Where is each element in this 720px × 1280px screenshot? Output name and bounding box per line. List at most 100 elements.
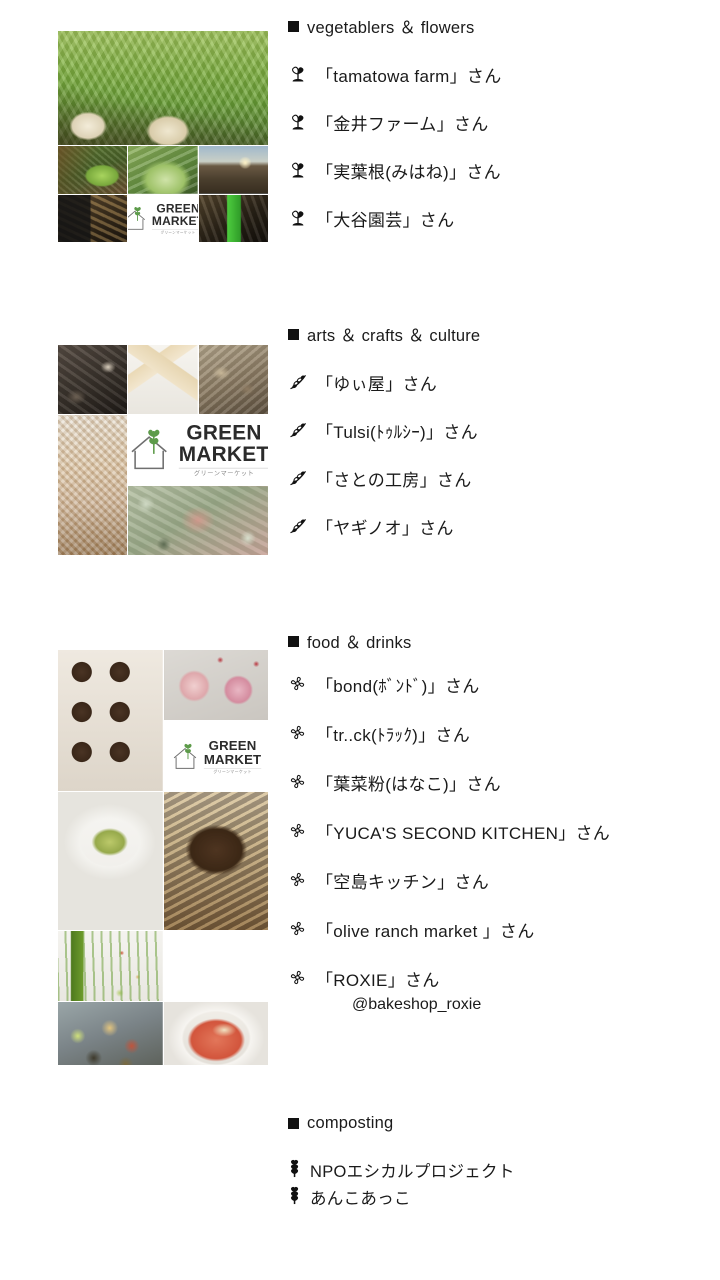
exhibitor-name: 「YUCA'S SECOND KITCHEN」さん [316,824,611,843]
succulent-wreath-photo [128,485,268,555]
herb-sprig-icon [288,420,310,440]
seedling-icon [288,208,310,228]
exhibitor-name: 「実葉根(みはね)」さん [316,163,501,182]
category-heading-label: vegetablers ＆ flowers [307,19,475,37]
lettuce-garden-bed-photo [58,146,128,194]
category-heading-label: arts ＆ crafts ＆ culture [307,327,481,345]
list-item: 「ゆぃ屋」さん [288,370,708,395]
blossom-icon [288,674,310,693]
market-stall-chalkboard-photo [58,194,128,242]
food-photo-collage: GREEN MARKET グリーンマーケット [58,650,268,1065]
house-with-sprout-icon [173,743,196,769]
section-4-text: composting NPOエシカルプロジェクト あんこあっこ [288,1114,708,1209]
list-item: 「tr..ck(ﾄﾗｯｸ)」さん [288,721,708,746]
seedling-icon [288,160,310,180]
logo-word-bottom: MARKET [151,214,198,228]
blossom-icon [288,919,310,938]
dried-botanicals-photo [198,345,268,414]
deli-salad-bowl-photo [58,1002,163,1065]
logo-kana: グリーンマーケット [178,468,268,477]
house-with-sprout-icon [128,207,145,230]
dark-tray-craft-still-life-photo [58,345,128,414]
herb-sprig-icon [288,516,310,536]
category-heading-vegetables: vegetablers ＆ flowers [288,14,708,38]
handmade-soap-bars-photo [128,345,198,414]
tomato-cream-soup-photo [163,1002,268,1065]
exhibitor-name: 「tamatowa farm」さん [316,67,502,86]
section-2-text: arts ＆ crafts ＆ culture 「ゆぃ屋」さん 「Tulsi(ﾄ… [288,322,708,539]
seedling-icon [288,112,310,132]
pink-flower-shaped-cakes-photo [163,650,268,720]
green-market-logo-tile-1: GREEN MARKET グリーンマーケット [163,721,268,791]
tilled-field-horizon-photo [198,146,268,194]
category-heading-crafts: arts ＆ crafts ＆ culture [288,322,708,346]
section-1-text: vegetablers ＆ flowers 「tamatowa farm」さん … [288,14,708,231]
logo-kana: グリーンマーケット [203,767,261,774]
exhibitor-name: 「olive ranch market 」さん [316,922,535,941]
list-item: 「ヤギノオ」さん [288,514,708,539]
crafts-photo-collage: GREEN MARKET グリーンマーケット [58,345,268,555]
logo-word-top: GREEN [156,201,198,216]
rustic-sourdough-bread-photo [163,792,268,930]
green-painted-farm-sign-photo [198,194,268,242]
logo-word-top: GREEN [186,421,262,445]
woven-straw-basket-photo [58,415,128,555]
exhibitor-handle: @bakeshop_roxie [352,996,482,1013]
category-heading-composting: composting [288,1114,708,1133]
list-item: 「ROXIE」さん @bakeshop_roxie [288,966,708,1014]
green-market-logo-tile: GREEN MARKET グリーンマーケット [128,194,198,242]
list-item: 「葉菜粉(はなこ)」さん [288,770,708,795]
bullet-square-icon [288,635,299,647]
list-item: 「実葉根(みはね)」さん [288,158,708,183]
blossom-icon [288,821,310,840]
exhibitor-name: 「Tulsi(ﾄｩﾙｼｰ)」さん [316,423,478,442]
list-item: 「金井ファーム」さん [288,110,708,135]
seedling-icon [288,64,310,84]
exhibitor-list-page: GREEN MARKET グリーンマーケット vegetablers ＆ flo… [0,0,720,1280]
bullet-square-icon [288,328,299,340]
chocolate-muffins-tray-photo [58,650,163,791]
logo-kana: グリーンマーケット [151,228,198,234]
exhibitor-name: 「bond(ﾎﾞﾝﾄﾞ)」さん [316,677,480,696]
list-item: 「olive ranch market 」さん [288,917,708,942]
list-item: 「Tulsi(ﾄｩﾙｼｰ)」さん [288,418,708,443]
exhibitor-name: あんこあっこ [310,1190,411,1208]
exhibitor-name: 「ゆぃ屋」さん [316,375,438,394]
exhibitor-name: 「葉菜粉(はなこ)」さん [316,775,501,794]
herb-sprig-icon [288,372,310,392]
green-market-logo-tile-2 [163,931,268,1001]
exhibitor-name: 「空島キッチン」さん [316,873,489,892]
list-item: 「さとの工房」さん [288,466,708,491]
herb-sprig-icon [288,468,310,488]
list-item: あんこあっこ [288,1185,708,1209]
category-heading-label: composting [307,1114,394,1132]
exhibitor-name: 「ヤギノオ」さん [316,519,454,538]
logo-word-bottom: MARKET [203,751,261,767]
avocado-bowl-white-plate-photo [58,792,163,930]
list-item: 「大谷園芸」さん [288,206,708,231]
list-item: NPOエシカルプロジェクト [288,1158,708,1182]
bullet-square-icon [288,20,299,32]
blossom-icon [288,870,310,889]
list-item: 「空島キッチン」さん [288,868,708,893]
exhibitor-name: 「tr..ck(ﾄﾗｯｸ)」さん [316,726,471,745]
exhibitor-name: NPOエシカルプロジェクト [310,1163,515,1181]
olive-oil-bottle-flatlay-photo [58,931,163,1001]
compost-sprout-icon [288,1186,304,1205]
house-with-sprout-icon [131,430,167,470]
green-market-logo-tile: GREEN MARKET グリーンマーケット [128,415,268,485]
category-heading-food: food ＆ drinks [288,629,708,653]
daikon-turnip-field-photo [58,31,268,145]
logo-word-top: GREEN [208,738,257,753]
bullet-square-icon [288,1118,299,1129]
exhibitor-name: 「ROXIE」さん [316,971,440,990]
compost-sprout-icon [288,1159,304,1178]
blossom-icon [288,968,310,987]
exhibitor-name: 「大谷園芸」さん [316,211,455,230]
exhibitor-name: 「金井ファーム」さん [316,115,489,134]
exhibitor-name: 「さとの工房」さん [316,471,472,490]
blossom-icon [288,723,310,742]
category-heading-label: food ＆ drinks [307,634,412,652]
section-3-text: food ＆ drinks 「bond(ﾎﾞﾝﾄﾞ)」さん 「tr..ck(ﾄﾗ… [288,629,708,1014]
blossom-icon [288,772,310,791]
